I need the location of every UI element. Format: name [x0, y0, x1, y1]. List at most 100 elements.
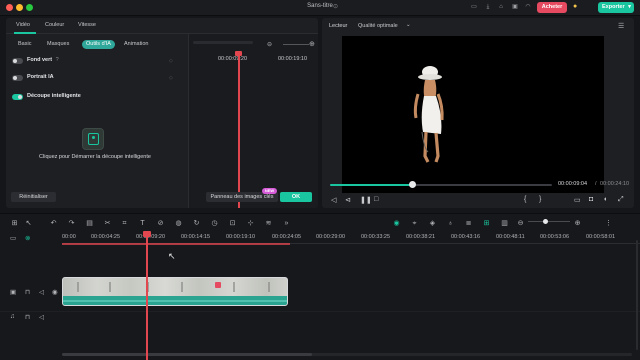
download-icon[interactable]: ⤓ [484, 3, 492, 11]
fit-icon[interactable]: ⊡ [228, 219, 237, 228]
mini-ruler-time: 00:00:19:10 [278, 56, 308, 62]
text-icon[interactable]: T [138, 219, 147, 228]
more-icon[interactable]: » [282, 219, 291, 228]
gift-icon[interactable]: ▣ [511, 3, 519, 11]
subtab-basic[interactable]: Basic [14, 40, 35, 49]
monitor-icon[interactable]: ▭ [470, 3, 478, 11]
vertical-scrollbar[interactable] [636, 240, 638, 350]
delete-icon[interactable]: ▤ [85, 219, 94, 228]
player-label: Lecteur [329, 23, 348, 29]
ruler-tick-label: 00:00:53:06 [540, 234, 570, 240]
link-icon[interactable]: ⊗ [25, 234, 30, 242]
keyframe-diamond-icon[interactable]: ◇ [169, 58, 173, 64]
pause-icon[interactable]: ❚❚ [360, 196, 372, 204]
lightbulb-icon[interactable]: ● [573, 3, 577, 10]
video-clip[interactable] [62, 277, 288, 306]
microphone-icon[interactable]: ♁ [446, 219, 455, 228]
voice-icon[interactable]: ≣ [464, 219, 473, 228]
ai-portrait-toggle[interactable] [12, 75, 23, 81]
add-track-icon[interactable]: ▭ [10, 234, 16, 242]
quality-select[interactable]: Qualité optimale [358, 23, 398, 29]
mini-ruler-time: 00:00:09:20 [218, 56, 248, 62]
lock-icon[interactable]: ⊓ [25, 313, 30, 321]
horizontal-scrollbar[interactable] [62, 353, 632, 356]
redo-icon[interactable]: ↷ [67, 219, 76, 228]
mark-in-icon[interactable]: { [524, 196, 526, 203]
keyframe-diamond-icon[interactable]: ◇ [169, 75, 173, 81]
track-area[interactable] [62, 245, 640, 360]
marker-icon[interactable]: ⌖ [410, 219, 419, 228]
smart-cutout-label: Découpe intelligente [27, 93, 81, 99]
effect-marker-icon[interactable] [215, 282, 221, 288]
seek-knob[interactable] [408, 181, 416, 188]
subtab-animation[interactable]: Animation [120, 40, 152, 49]
snapshot-icon[interactable]: ◘ [589, 196, 593, 203]
active-tab-indicator [14, 32, 36, 34]
zoom-in-icon[interactable]: ⊕ [573, 219, 582, 228]
stop-icon[interactable]: □ [374, 196, 378, 203]
zoom-out-icon[interactable]: ⊖ [516, 219, 525, 228]
ruler-tick-label: 00:00:58:01 [586, 234, 616, 240]
rotate-icon[interactable]: ↻ [192, 219, 201, 228]
home-icon[interactable]: ⌂ [497, 3, 505, 11]
thumb-figure [109, 282, 111, 292]
mini-ruler-track [193, 41, 253, 44]
menu-icon[interactable]: ☰ [618, 22, 624, 30]
crop-icon[interactable]: ⌗ [120, 219, 129, 228]
smart-cutout-hint[interactable]: Cliquez pour Démarrer la découpe intelli… [6, 154, 184, 160]
zoom-out-icon[interactable]: ⊖ [267, 41, 272, 48]
shield-icon[interactable]: ◈ [428, 219, 437, 228]
ruler-tick-label: 00:00:38:21 [406, 234, 436, 240]
headset-icon[interactable]: ◠ [524, 3, 532, 11]
mini-playhead[interactable] [238, 54, 240, 208]
timeline-zoom-knob[interactable] [543, 219, 548, 224]
playhead[interactable] [146, 231, 148, 360]
help-icon[interactable]: ? [56, 57, 59, 63]
split-view-icon[interactable]: ▥ [500, 219, 509, 228]
previous-frame-icon[interactable]: ◁ [331, 196, 336, 204]
reset-button[interactable]: Réinitialiser [11, 192, 56, 202]
eye-icon[interactable]: ◉ [52, 288, 58, 296]
music-track-icon: ♫ [10, 313, 15, 320]
speed-icon[interactable]: ◷ [210, 219, 219, 228]
scrollbar-thumb[interactable] [62, 353, 312, 356]
green-screen-toggle[interactable] [12, 58, 23, 64]
buy-button[interactable]: Acheter [537, 2, 567, 13]
tab-speed[interactable]: Vitesse [78, 22, 96, 28]
grid-icon[interactable]: ⋮ [604, 219, 613, 228]
render-icon[interactable]: ◉ [392, 219, 401, 228]
step-back-icon[interactable]: ⊲ [345, 196, 351, 204]
cut-icon[interactable]: ✂ [103, 219, 112, 228]
fullscreen-icon[interactable]: ⤢ [618, 196, 624, 204]
export-button[interactable]: Exporter ▾ [598, 2, 634, 13]
cloud-sync-icon[interactable]: ⊙ [333, 3, 338, 10]
subtab-masks[interactable]: Masques [43, 40, 73, 49]
snap-icon[interactable]: ⊞ [482, 219, 491, 228]
audio-wave-icon[interactable]: ≋ [264, 219, 273, 228]
mark-out-icon[interactable]: } [539, 196, 541, 203]
smart-cutout-start-button[interactable] [82, 128, 104, 150]
layout-icon[interactable]: ⊞ [10, 219, 19, 228]
seek-bar[interactable] [330, 181, 552, 188]
undo-icon[interactable]: ↶ [49, 219, 58, 228]
ok-button[interactable]: OK [280, 192, 312, 202]
zoom-in-icon[interactable]: ⊕ [309, 40, 315, 48]
mute-icon[interactable]: ◁ [39, 288, 44, 296]
subtab-ai-tools[interactable]: Outils d'IA [82, 40, 115, 49]
video-preview[interactable] [342, 36, 604, 193]
select-icon[interactable]: ↖ [24, 219, 33, 228]
smart-cutout-toggle[interactable] [12, 94, 23, 100]
mute-icon[interactable]: ◁ [39, 313, 44, 321]
transform-icon[interactable]: ⊹ [246, 219, 255, 228]
volume-icon[interactable]: ◖ [603, 196, 607, 203]
lock-icon[interactable]: ⊓ [25, 288, 30, 296]
timeline-zoom-slider[interactable] [528, 221, 570, 222]
tab-color[interactable]: Couleur [45, 22, 64, 28]
chevron-down-icon[interactable]: ⌄ [406, 22, 411, 28]
tab-video[interactable]: Vidéo [16, 22, 30, 28]
ruler-tick-label: 00:00:33:25 [361, 234, 391, 240]
color-icon[interactable]: ◍ [174, 219, 183, 228]
adjust-icon[interactable]: ⊘ [156, 219, 165, 228]
mini-zoom-slider[interactable] [283, 44, 309, 45]
display-icon[interactable]: ▭ [574, 196, 581, 204]
